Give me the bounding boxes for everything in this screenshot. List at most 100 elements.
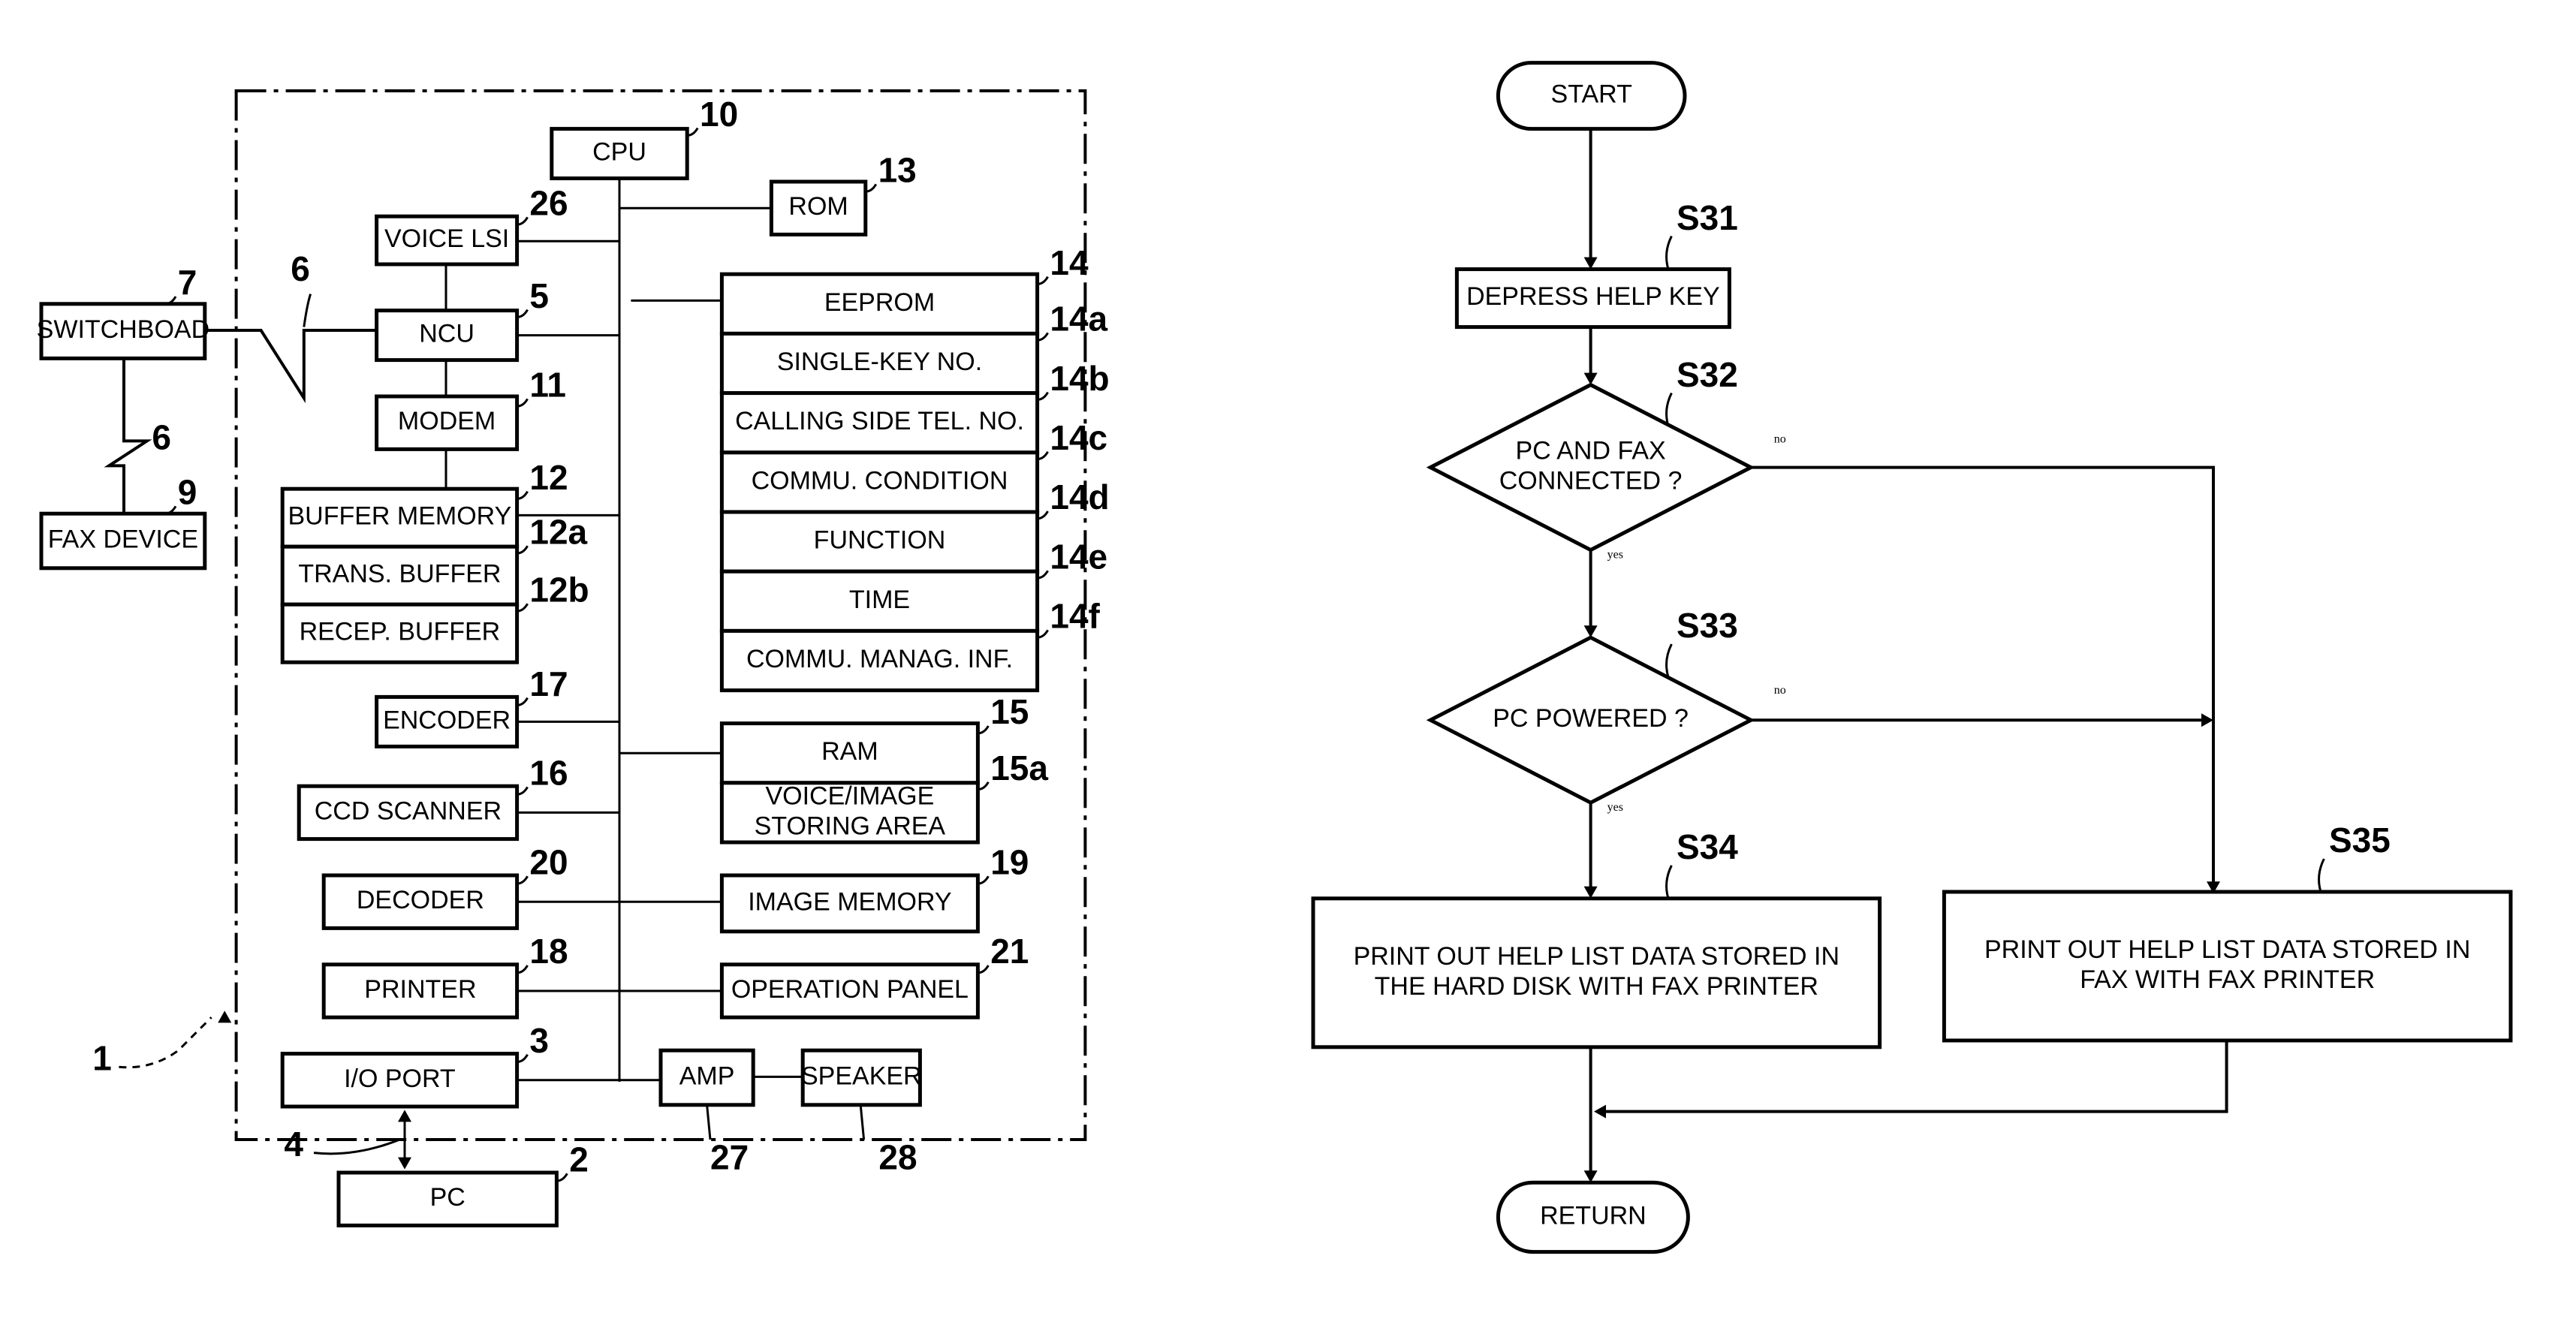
decoder: DECODER xyxy=(321,873,520,930)
ccd-scanner: CCD SCANNER xyxy=(297,784,520,842)
image-memory-ref: 19 xyxy=(990,842,1029,881)
buffer-memory-row-label: BUFFER MEMORY xyxy=(288,502,511,531)
eeprom-row-label: SINGLE-KEY NO. xyxy=(777,348,982,376)
flow-s32-no xyxy=(1751,465,2215,889)
step-s35-label-line: FAX WITH FAX PRINTER xyxy=(2080,965,2375,994)
buffer-memory-row-ref: 12 xyxy=(529,458,568,497)
switchboard-label: SWITCHBOAD xyxy=(37,315,209,344)
printer-label: PRINTER xyxy=(364,975,476,1004)
buffer-memory-row-label: RECEP. BUFFER xyxy=(300,618,501,646)
step-s35: PRINT OUT HELP LIST DATA STORED IN FAX WI… xyxy=(1942,890,2513,1043)
fax-device-ref: 9 xyxy=(178,473,197,512)
rom-ref: 13 xyxy=(878,151,917,190)
device-ref-leader xyxy=(119,1016,212,1069)
speaker-ref: 28 xyxy=(878,1138,917,1177)
io-port-ref: 3 xyxy=(529,1021,549,1060)
decision-s32-label-line: CONNECTED ? xyxy=(1499,467,1683,495)
operation-panel-ref: 21 xyxy=(990,932,1029,971)
voice-lsi-label: VOICE LSI xyxy=(384,224,509,253)
start-terminal: START xyxy=(1496,61,1687,131)
ncu-ref: 5 xyxy=(529,276,549,315)
voice-lsi-ref: 26 xyxy=(529,184,568,223)
switchboard-fax-line xyxy=(104,358,152,514)
ram-row-label: RAM xyxy=(821,737,878,766)
s33-no-label: no xyxy=(1774,684,1786,697)
speaker-ref-leader xyxy=(859,1104,866,1140)
s33-yes-label: yes xyxy=(1607,801,1623,814)
line-ref-upper: 6 xyxy=(291,249,310,288)
step-s35-ref: S35 xyxy=(2329,821,2391,860)
rom: ROM xyxy=(769,179,868,236)
printer: PRINTER xyxy=(321,962,520,1019)
flowchart: START DEPRESS HELP KEY S31 PC AND FAX CONNEC… xyxy=(1311,61,2513,1254)
step-s34: PRINT OUT HELP LIST DATA STORED IN THE HA… xyxy=(1311,896,1882,1049)
decoder-label: DECODER xyxy=(357,886,484,914)
voice-lsi: VOICE LSI xyxy=(375,214,520,267)
step-s34-label-line: PRINT OUT HELP LIST DATA STORED IN xyxy=(1354,942,1839,971)
eeprom-row-label: CALLING SIDE TEL. NO. xyxy=(735,407,1024,435)
modem-ref: 11 xyxy=(529,366,566,405)
decision-s33: PC POWERED ? xyxy=(1426,635,1755,806)
step-s31-leader xyxy=(1665,235,1673,270)
ram-row-ref: 15a xyxy=(990,748,1048,787)
image-memory-label: IMAGE MEMORY xyxy=(748,887,951,916)
eeprom-row-ref: 14c xyxy=(1050,418,1107,457)
block-diagram: 1CPU10ROM13VOICE LSI26NCU5MODEM11BUFFER … xyxy=(37,89,1110,1227)
step-s35-label-line: PRINT OUT HELP LIST DATA STORED IN xyxy=(1984,935,2470,964)
flow-s35-merge xyxy=(1598,1040,2228,1113)
ncu-label: NCU xyxy=(419,320,475,348)
step-s34-leader xyxy=(1665,865,1673,899)
printer-ref: 18 xyxy=(529,932,568,971)
pc-link-up-arrow-icon xyxy=(398,1110,411,1122)
encoder: ENCODER xyxy=(375,694,520,748)
decision-s33-leader xyxy=(1665,643,1673,678)
step-s31: DEPRESS HELP KEY xyxy=(1454,267,1731,330)
pc-label: PC xyxy=(430,1183,465,1212)
io-port-label: I/O PORT xyxy=(344,1065,456,1093)
speaker: SPEAKER xyxy=(800,1048,922,1107)
step-s35-leader xyxy=(2318,858,2325,893)
decoder-ref: 20 xyxy=(529,842,568,881)
step-s34-label-line: THE HARD DISK WITH FAX PRINTER xyxy=(1375,972,1818,1001)
fax-device-label: FAX DEVICE xyxy=(48,525,198,553)
image-memory: IMAGE MEMORY xyxy=(719,873,980,934)
rom-label: ROM xyxy=(788,192,848,221)
pc-link-ref-leader xyxy=(313,1138,400,1155)
eeprom-row-ref: 14f xyxy=(1050,597,1100,636)
device-ref-arrow-icon xyxy=(218,1010,232,1023)
buffer-memory-row-ref: 12b xyxy=(529,570,589,609)
ram-row-label-line: STORING AREA xyxy=(755,812,946,840)
buffer-memory-row-ref: 12a xyxy=(529,512,587,551)
decision-s32-leader xyxy=(1665,392,1673,427)
amp-ref-leader xyxy=(706,1104,712,1140)
pc: PC xyxy=(336,1170,559,1227)
buffer-memory: BUFFER MEMORY 12 TRANS. BUFFER 12a RECEP. BU… xyxy=(280,458,589,664)
modem-label: MODEM xyxy=(398,407,496,435)
step-s31-ref: S31 xyxy=(1677,198,1738,237)
operation-panel: OPERATION PANEL xyxy=(719,962,980,1019)
decision-s33-label: PC POWERED ? xyxy=(1493,704,1689,733)
eeprom-row-label: COMMU. CONDITION xyxy=(752,466,1008,495)
step-s31-label: DEPRESS HELP KEY xyxy=(1466,282,1720,311)
eeprom-row-label: EEPROM xyxy=(824,288,935,317)
encoder-label: ENCODER xyxy=(383,706,511,734)
ncu: NCU xyxy=(375,309,520,363)
ram-row-ref: 15 xyxy=(990,692,1029,731)
ram: RAM 15 VOICE/IMAGE STORING AREA 15a xyxy=(719,692,1048,845)
decision-s33-ref: S33 xyxy=(1677,606,1738,645)
amp: AMP xyxy=(658,1048,755,1107)
cpu-ref: 10 xyxy=(700,95,738,134)
s32-yes-label: yes xyxy=(1607,549,1623,562)
decision-s32-label-line: PC AND FAX xyxy=(1515,437,1665,465)
speaker-label: SPEAKER xyxy=(801,1062,922,1090)
eeprom-row-label: FUNCTION xyxy=(814,526,946,555)
cpu: CPU xyxy=(550,127,689,181)
line-ref-upper-leader xyxy=(303,294,312,327)
start-terminal-label: START xyxy=(1551,80,1632,109)
return-terminal: RETURN xyxy=(1496,1180,1690,1254)
eeprom-row-label: TIME xyxy=(849,586,910,614)
pc-link-ref: 4 xyxy=(284,1125,303,1164)
eeprom: EEPROM 14 SINGLE-KEY NO. 14a CALLING SIDE TE… xyxy=(719,243,1110,693)
amp-label: AMP xyxy=(679,1062,735,1090)
operation-panel-label: OPERATION PANEL xyxy=(731,975,969,1004)
